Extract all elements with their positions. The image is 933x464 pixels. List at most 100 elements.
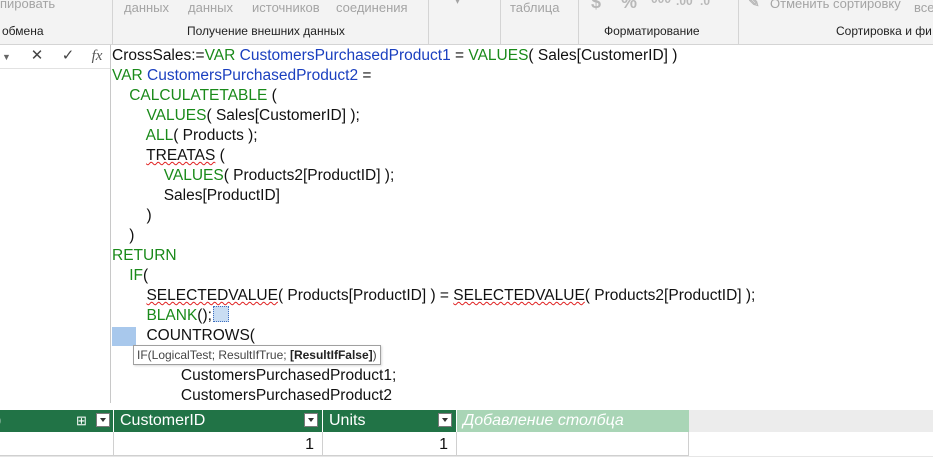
formula-line: VALUES( Sales[CustomerID] ); — [112, 106, 359, 126]
group-formatting-label: Форматирование — [604, 24, 700, 38]
copy-button-partial[interactable]: пировать — [0, 0, 55, 11]
formula-line: COUNTROWS( — [112, 326, 255, 346]
cancel-icon[interactable]: ✕ — [26, 46, 48, 66]
header-empty-area — [689, 410, 933, 432]
formula-text: (); — [197, 307, 212, 324]
formula-variable: CustomersPurchasedProduct2 — [147, 67, 359, 84]
percent-format-icon[interactable]: % — [621, 0, 637, 13]
tooltip-close: ) — [372, 348, 377, 362]
formula-line: ) — [112, 206, 151, 226]
formula-text: CrossSales:= — [112, 47, 205, 64]
table-button[interactable]: таблица — [510, 0, 559, 15]
tooltip-current-arg: [ResultIfFalse] — [289, 348, 373, 362]
clear-sort-button[interactable]: Отменить сортировку — [770, 0, 901, 11]
function-icon[interactable]: fx — [86, 46, 108, 66]
table-header-row: ) ⊞ CustomerID Units Добавление столбца — [0, 410, 933, 432]
clear-sort-icon: ✎ — [748, 0, 760, 10]
formula-text: CustomersPurchasedProduct2 — [180, 387, 392, 404]
formula-keyword: IF — [129, 267, 144, 284]
formula-text: ( Products2[ProductID] ); — [223, 167, 395, 184]
group-external-data-label: Получение внешних данных — [187, 24, 345, 38]
formula-text: ( Sales[CustomerID] ) — [528, 47, 678, 64]
connections-button[interactable]: соединения — [336, 0, 408, 15]
formula-keyword: VALUES — [468, 47, 529, 64]
formula-line: CrossSales:=VAR CustomersPurchasedProduc… — [112, 46, 677, 66]
formula-misspelled-token: SELECTEDVALUE — [146, 287, 278, 304]
currency-format-icon[interactable]: $ — [591, 0, 601, 13]
formula-line: VAR CustomersPurchasedProduct2 = — [112, 66, 371, 86]
formula-text: = — [450, 47, 469, 64]
formula-line: BLANK(); — [112, 306, 229, 326]
formula-text: = — [358, 67, 372, 84]
from-data-button[interactable]: данных — [124, 0, 169, 15]
formula-line: SELECTEDVALUE( Products[ProductID] ) = S… — [112, 286, 755, 306]
filter-dropdown-icon[interactable] — [96, 413, 110, 427]
name-box-dropdown-icon[interactable]: ▼ — [2, 52, 11, 62]
formula-line: VALUES( Products2[ProductID] ); — [112, 166, 395, 186]
formula-keyword: VALUES — [146, 107, 207, 124]
formula-line: RETURN — [112, 246, 177, 266]
column-header-label: CustomerID — [120, 412, 206, 429]
filter-dropdown-icon[interactable] — [438, 413, 452, 427]
formula-text: CustomersPurchasedProduct1; — [180, 367, 397, 384]
formula-text: ) — [129, 227, 135, 244]
all-button-partial[interactable]: все — [914, 0, 933, 15]
column-header-customerid[interactable]: CustomerID — [114, 410, 323, 432]
from-sources-button[interactable]: источников — [252, 0, 320, 15]
dropdown-arrow-icon[interactable]: ▾ — [455, 0, 460, 7]
group-separator — [578, 0, 579, 44]
formula-text: ( Products ); — [173, 127, 258, 144]
table-cell[interactable] — [0, 432, 114, 456]
formula-text: ( — [215, 147, 225, 164]
group-separator — [500, 0, 501, 44]
formula-keyword: ALL — [145, 127, 174, 144]
formula-text: ( Products[ProductID] ) = — [277, 287, 454, 304]
formula-keyword: CALCULATETABLE — [129, 87, 268, 104]
table-row[interactable]: 1 1 — [0, 432, 933, 456]
column-header-label: ) — [0, 410, 1, 432]
formula-text: COUNTROWS( — [146, 327, 255, 344]
from-data-button-2[interactable]: данных — [188, 0, 233, 15]
formula-editor[interactable]: CrossSales:=VAR CustomersPurchasedProduc… — [112, 45, 933, 404]
filter-dropdown-icon[interactable] — [304, 413, 318, 427]
add-column-header[interactable]: Добавление столбца — [457, 410, 689, 432]
formula-variable: CustomersPurchasedProduct1 — [239, 47, 451, 64]
column-header-units[interactable]: Units — [323, 410, 457, 432]
group-separator — [738, 0, 739, 44]
tooltip-text: IF(LogicalTest; ResultIfTrue; — [137, 348, 290, 362]
formula-line: TREATAS ( — [112, 146, 225, 166]
formula-misspelled-token: TREATAS — [146, 147, 216, 164]
group-separator — [428, 0, 429, 44]
formula-text: ( — [143, 267, 149, 284]
increase-decimal-icon[interactable]: .00 — [676, 0, 693, 8]
formula-keyword: VALUES — [163, 167, 224, 184]
column-header-label: Units — [329, 412, 366, 429]
table-cell-add-column[interactable] — [457, 432, 689, 456]
formula-line: Sales[ProductID] — [112, 186, 280, 206]
formula-text: ( Products2[ProductID] ); — [584, 287, 756, 304]
formula-keyword: VAR — [112, 67, 148, 84]
formula-keyword: BLANK — [146, 307, 198, 324]
formula-line: IF( — [112, 266, 148, 286]
table-cell-customerid[interactable]: 1 — [114, 432, 323, 456]
function-signature-tooltip: IF(LogicalTest; ResultIfTrue; [ResultIfF… — [133, 345, 381, 365]
column-header-partial[interactable]: ) ⊞ — [0, 410, 114, 432]
thousands-separator-icon[interactable]: 000 — [651, 0, 671, 6]
formula-keyword: RETURN — [112, 247, 177, 264]
decrease-decimal-icon[interactable]: .0 — [700, 0, 710, 8]
confirm-icon[interactable]: ✓ — [57, 46, 79, 66]
formula-misspelled-token: SELECTEDVALUE — [453, 287, 585, 304]
formula-keyword: VAR — [204, 47, 240, 64]
table-cell-units[interactable]: 1 — [323, 432, 457, 456]
group-clipboard-label: обмена — [2, 24, 44, 38]
